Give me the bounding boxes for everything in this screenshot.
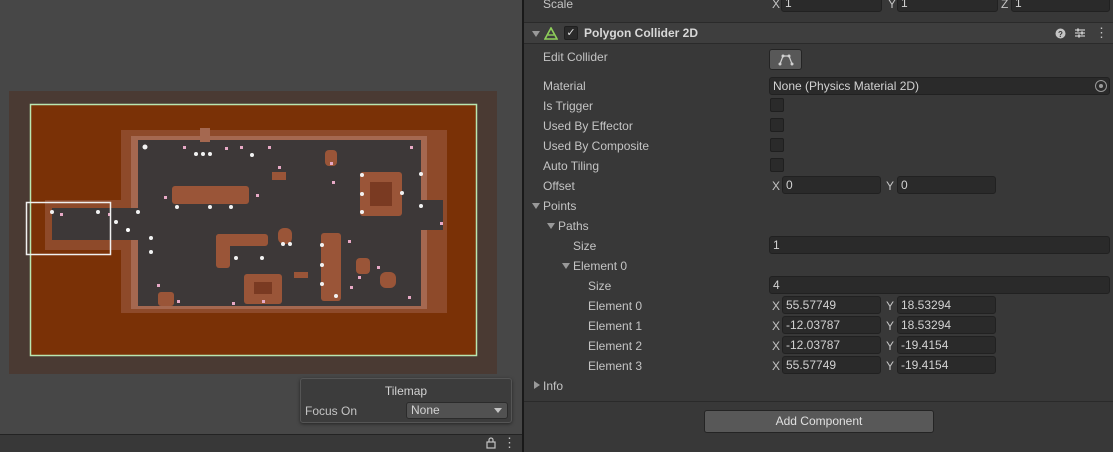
point-y-axis-label: Y — [886, 299, 895, 313]
used-by-composite-label: Used By Composite — [543, 139, 650, 153]
component-header[interactable]: ✓ Polygon Collider 2D ? ⋮ — [524, 22, 1113, 44]
edit-collider-label: Edit Collider — [543, 50, 608, 64]
point-y-field[interactable]: 18.53294 — [897, 316, 996, 334]
auto-tiling-checkbox[interactable] — [770, 158, 784, 172]
path-element-0-label[interactable]: Element 0 — [573, 259, 627, 273]
focus-on-label: Focus On — [305, 404, 358, 418]
more-options-icon[interactable]: ⋮ — [503, 436, 516, 450]
edit-collider-button[interactable] — [769, 49, 802, 70]
inspector-panel: Scale X 1 Y 1 Z 1 ✓ Polygon Collider 2D … — [524, 0, 1113, 452]
point-x-axis-label: X — [772, 359, 781, 373]
presets-icon[interactable] — [1074, 27, 1086, 39]
scale-y-axis-label: Y — [888, 0, 897, 11]
points-size-label: Size — [588, 279, 612, 293]
help-icon[interactable]: ? — [1055, 28, 1066, 39]
focus-on-dropdown[interactable]: None — [406, 402, 508, 419]
offset-x-axis-label: X — [772, 179, 781, 193]
point-y-axis-label: Y — [886, 319, 895, 333]
used-by-effector-checkbox[interactable] — [770, 118, 784, 132]
point-x-axis-label: X — [772, 319, 781, 333]
points-foldout-icon[interactable] — [532, 203, 540, 209]
point-x-field[interactable]: -12.03787 — [782, 336, 881, 354]
edit-shape-icon — [778, 54, 794, 66]
offset-label: Offset — [543, 179, 575, 193]
point-y-axis-label: Y — [886, 359, 895, 373]
points-label[interactable]: Points — [543, 199, 576, 213]
element0-foldout-icon[interactable] — [562, 263, 570, 269]
component-enabled-checkbox[interactable]: ✓ — [564, 26, 578, 40]
material-field[interactable]: None (Physics Material 2D) — [769, 77, 1110, 95]
auto-tiling-label: Auto Tiling — [543, 159, 600, 173]
point-element-label: Element 1 — [588, 319, 643, 333]
point-x-field[interactable]: 55.57749 — [782, 356, 881, 374]
focus-on-value: None — [411, 403, 440, 417]
inspector-separator — [524, 401, 1113, 402]
paths-size-field[interactable]: 1 — [769, 236, 1110, 254]
point-x-field[interactable]: 55.57749 — [782, 296, 881, 314]
component-menu-icon[interactable]: ⋮ — [1095, 25, 1108, 41]
offset-y-axis-label: Y — [886, 179, 895, 193]
is-trigger-checkbox[interactable] — [770, 98, 784, 112]
material-label: Material — [543, 79, 586, 93]
tilemap-overlay-panel: Tilemap Focus On None — [300, 378, 512, 423]
point-y-field[interactable]: -19.4154 — [897, 336, 996, 354]
used-by-effector-label: Used By Effector — [543, 119, 633, 133]
scale-label: Scale — [543, 0, 574, 11]
point-element-label: Element 3 — [588, 359, 643, 373]
is-trigger-label: Is Trigger — [543, 99, 594, 113]
scale-z-axis-label: Z — [1001, 0, 1009, 11]
point-element-label: Element 2 — [588, 339, 643, 353]
points-size-field[interactable]: 4 — [769, 276, 1110, 294]
point-y-field[interactable]: -19.4154 — [897, 356, 996, 374]
paths-foldout-icon[interactable] — [547, 223, 555, 229]
lock-icon[interactable] — [486, 437, 496, 449]
paths-size-label: Size — [573, 239, 597, 253]
info-label[interactable]: Info — [543, 379, 563, 393]
info-foldout-icon[interactable] — [534, 381, 540, 389]
scene-bottom-bar: ⋮ — [0, 434, 522, 452]
polygon-collider-icon — [544, 27, 558, 40]
foldout-arrow-icon[interactable] — [532, 31, 540, 37]
point-x-axis-label: X — [772, 299, 781, 313]
point-x-axis-label: X — [772, 339, 781, 353]
paths-label[interactable]: Paths — [558, 219, 589, 233]
offset-y-field[interactable]: 0 — [897, 176, 996, 194]
offset-x-field[interactable]: 0 — [782, 176, 881, 194]
point-element-label: Element 0 — [588, 299, 643, 313]
used-by-composite-checkbox[interactable] — [770, 138, 784, 152]
add-component-button[interactable]: Add Component — [704, 410, 934, 433]
scene-canvas[interactable] — [0, 0, 522, 434]
scale-x-axis-label: X — [772, 0, 781, 11]
scale-z-field[interactable]: 1 — [1011, 0, 1110, 12]
tilemap-panel-title: Tilemap — [384, 384, 428, 398]
dropdown-arrow-icon — [494, 408, 502, 413]
scene-view[interactable]: Tilemap Focus On None ⋮ — [0, 0, 522, 452]
point-x-field[interactable]: -12.03787 — [782, 316, 881, 334]
scale-y-field[interactable]: 1 — [897, 0, 998, 12]
point-y-axis-label: Y — [886, 339, 895, 353]
object-picker-icon[interactable] — [1095, 80, 1107, 92]
scale-x-field[interactable]: 1 — [781, 0, 882, 12]
component-title: Polygon Collider 2D — [584, 26, 699, 40]
svg-text:?: ? — [1058, 30, 1063, 39]
point-y-field[interactable]: 18.53294 — [897, 296, 996, 314]
player-sprite — [126, 228, 130, 232]
material-value: None (Physics Material 2D) — [773, 79, 920, 93]
